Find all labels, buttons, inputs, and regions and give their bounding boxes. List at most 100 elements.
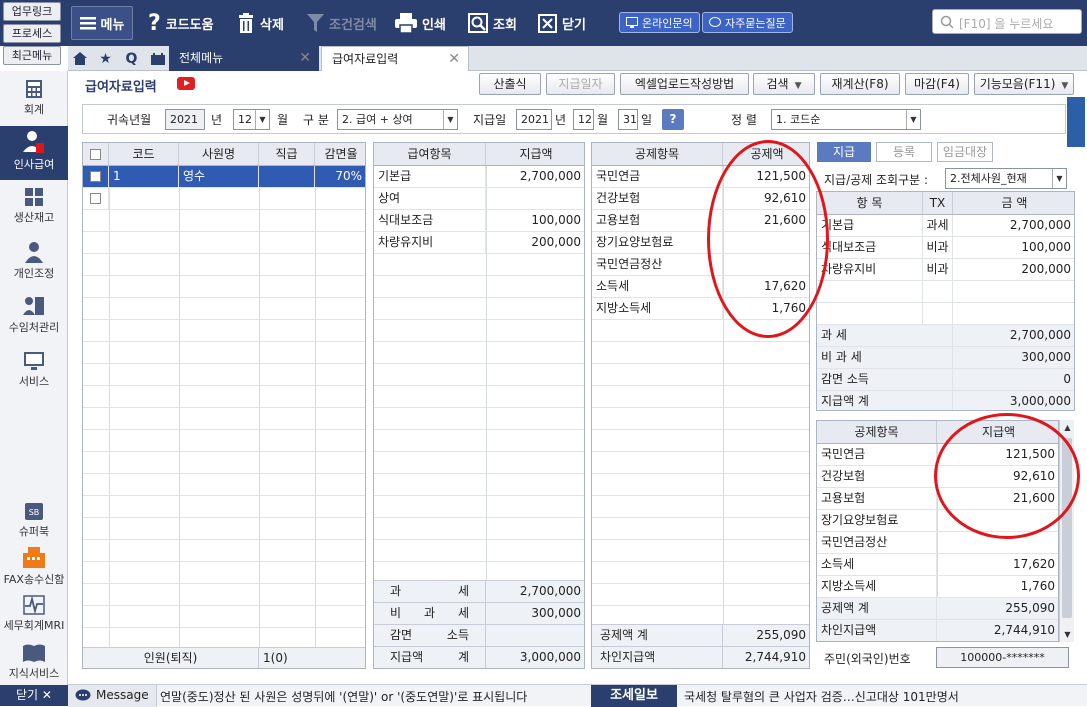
table-row[interactable] xyxy=(374,518,584,540)
delete-button[interactable]: 삭제 xyxy=(237,6,284,40)
formula-button[interactable]: 산출식 xyxy=(479,73,541,95)
table-row[interactable] xyxy=(374,320,584,342)
table-row[interactable] xyxy=(83,298,365,320)
quick-search-icon[interactable]: Q xyxy=(120,46,143,71)
sidebar-item-client-mgmt[interactable]: 수임처관리 xyxy=(0,295,68,335)
star-icon[interactable]: ★ xyxy=(94,46,117,71)
table-row[interactable] xyxy=(83,584,365,606)
table-row[interactable] xyxy=(83,188,365,210)
close-period-button[interactable]: 마감(F4) xyxy=(905,73,969,95)
tab-register[interactable]: 등록 xyxy=(876,142,932,162)
sidebar-item-accounting[interactable]: 회계 xyxy=(0,79,68,117)
year-field[interactable]: 2021 xyxy=(165,109,205,130)
table-row[interactable] xyxy=(592,386,809,408)
table-row[interactable] xyxy=(592,408,809,430)
close-button[interactable]: 닫기 xyxy=(538,6,586,40)
recalculate-button[interactable]: 재계산(F8) xyxy=(820,73,900,95)
news-headline[interactable]: 국세청 탈루혐의 큰 사업자 검증…신고대상 101만명서 xyxy=(684,688,959,705)
sidebar-item-knowledge[interactable]: 지식서비스 xyxy=(0,643,68,681)
table-row[interactable] xyxy=(83,210,365,232)
sidebar-item-service[interactable]: 서비스 xyxy=(0,351,68,389)
pay-date-button[interactable]: 지급일자 xyxy=(546,73,615,95)
table-row[interactable] xyxy=(374,298,584,320)
faq-button[interactable]: 자주묻는질문 xyxy=(702,12,793,33)
table-row[interactable]: 기본급 2,700,000 xyxy=(374,166,584,188)
sidebar-item-tax-mri[interactable]: 세무회계MRI xyxy=(0,595,68,633)
column-header[interactable]: 직급 xyxy=(259,143,315,165)
table-row[interactable] xyxy=(374,452,584,474)
news-source[interactable]: 조세일보 xyxy=(591,685,677,707)
table-row[interactable] xyxy=(83,430,365,452)
table-row[interactable] xyxy=(374,342,584,364)
resident-number-field[interactable]: 100000-******* xyxy=(936,647,1069,668)
tab-all-menu[interactable]: 전체메뉴 ✕ xyxy=(169,46,319,71)
sort-select[interactable]: 1. 코드순 ▼ xyxy=(771,109,921,130)
table-row[interactable]: 식대보조금 100,000 xyxy=(374,210,584,232)
search-button[interactable]: 검색 ▼ xyxy=(753,73,815,95)
global-search-input[interactable]: [F10] 을 누르세요 xyxy=(932,9,1082,34)
table-row[interactable] xyxy=(83,540,365,562)
sidebar-item-personal-adjust[interactable]: 개인조정 xyxy=(0,241,68,281)
table-row[interactable] xyxy=(374,430,584,452)
table-row[interactable] xyxy=(83,254,365,276)
menu-button[interactable]: 메뉴 xyxy=(71,6,133,40)
table-row[interactable] xyxy=(374,254,584,276)
table-row[interactable] xyxy=(592,342,809,364)
row-checkbox[interactable] xyxy=(83,166,109,188)
table-row[interactable] xyxy=(83,364,365,386)
category-select[interactable]: 2. 급여 + 상여 ▼ xyxy=(337,109,458,130)
youtube-icon[interactable] xyxy=(177,77,195,90)
excel-upload-guide-button[interactable]: 엑셀업로드작성방법 xyxy=(620,73,749,95)
quick-link-process[interactable]: 프로세스 xyxy=(3,24,61,43)
table-row[interactable] xyxy=(83,408,365,430)
table-row[interactable] xyxy=(83,474,365,496)
tab-close-icon[interactable]: ✕ xyxy=(448,47,460,72)
quick-link-work[interactable]: 업무링크 xyxy=(3,2,61,21)
table-row[interactable] xyxy=(374,496,584,518)
row-checkbox[interactable] xyxy=(83,188,109,210)
online-inquiry-button[interactable]: 온라인문의 xyxy=(619,12,700,33)
sidebar-close-button[interactable]: 닫기 ✕ xyxy=(0,685,68,706)
table-row[interactable] xyxy=(374,540,584,562)
table-row[interactable] xyxy=(592,430,809,452)
sidebar-item-production[interactable]: 생산재고 xyxy=(0,187,68,225)
table-row[interactable]: 차량유지비 200,000 xyxy=(374,232,584,254)
help-icon[interactable]: ? xyxy=(662,109,684,130)
function-set-button[interactable]: 기능모음(F11) ▼ xyxy=(974,73,1074,95)
side-tool-strip[interactable] xyxy=(1067,97,1085,147)
tab-close-icon[interactable]: ✕ xyxy=(299,46,311,71)
table-row[interactable] xyxy=(592,364,809,386)
scroll-up-icon[interactable]: ▲ xyxy=(1060,420,1075,435)
month-select[interactable]: 12 ▼ xyxy=(233,109,270,130)
table-row[interactable] xyxy=(83,276,365,298)
pay-day-field[interactable]: 31 xyxy=(618,109,638,130)
table-row[interactable] xyxy=(374,408,584,430)
column-header[interactable]: 사원명 xyxy=(179,143,259,165)
table-row[interactable] xyxy=(592,562,809,584)
column-header[interactable]: 감면율 xyxy=(315,143,365,165)
column-header[interactable]: 코드 xyxy=(109,143,179,165)
table-row[interactable] xyxy=(83,452,365,474)
table-row[interactable] xyxy=(374,364,584,386)
column-header[interactable]: 급여항목 xyxy=(374,143,486,165)
table-row[interactable]: 1 영수 70% xyxy=(83,166,365,188)
table-row[interactable]: 상여 xyxy=(374,188,584,210)
table-row[interactable] xyxy=(374,386,584,408)
lookup-button[interactable]: 조회 xyxy=(468,6,517,40)
column-header[interactable]: 지급액 xyxy=(486,143,584,165)
code-help-button[interactable]: ? 코드도움 xyxy=(148,6,214,40)
table-row[interactable] xyxy=(592,540,809,562)
calendar-icon[interactable] xyxy=(146,46,169,71)
table-row[interactable] xyxy=(83,562,365,584)
filter-search-button[interactable]: 조건검색 xyxy=(307,6,377,40)
table-row[interactable] xyxy=(83,320,365,342)
scroll-down-icon[interactable]: ▼ xyxy=(1060,627,1075,642)
table-row[interactable] xyxy=(83,496,365,518)
quick-link-recent[interactable]: 최근메뉴 xyxy=(3,46,61,65)
table-row[interactable] xyxy=(83,386,365,408)
table-row[interactable] xyxy=(83,518,365,540)
pay-year-field[interactable]: 2021 xyxy=(516,109,552,130)
sidebar-item-hr-payroll[interactable]: 인사급여 xyxy=(0,126,68,180)
table-row[interactable] xyxy=(592,584,809,606)
table-row[interactable] xyxy=(592,452,809,474)
